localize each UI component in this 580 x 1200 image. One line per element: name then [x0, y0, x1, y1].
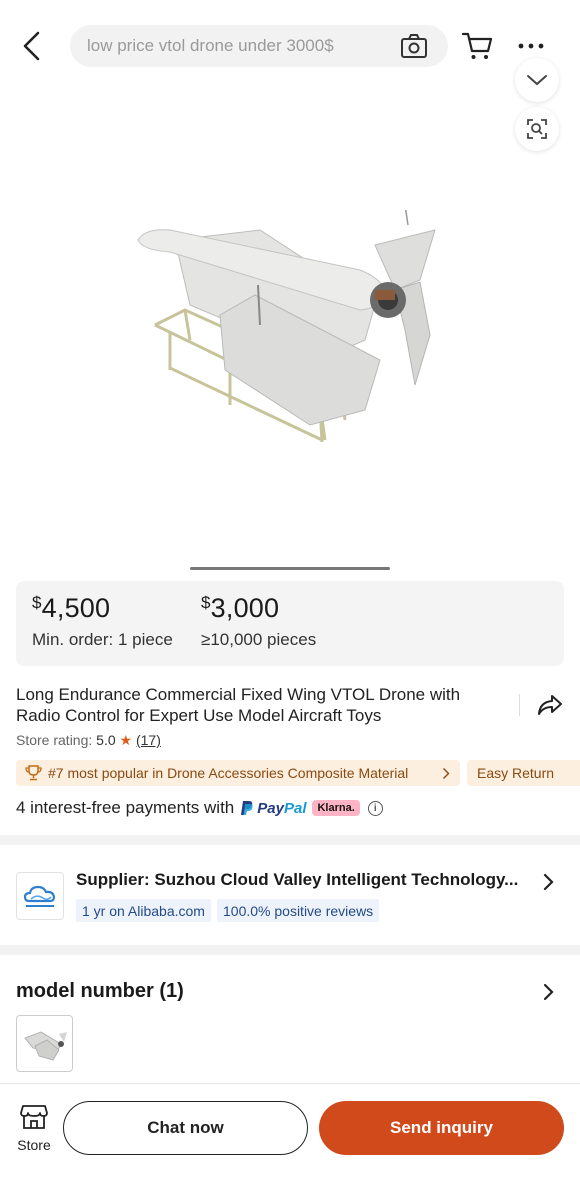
- gallery-scroll-indicator: [190, 567, 390, 570]
- image-search-button[interactable]: [515, 107, 559, 151]
- search-bar[interactable]: low price vtol drone under 3000$: [70, 25, 448, 67]
- supplier-reviews-tag: 100.0% positive reviews: [217, 899, 380, 922]
- payment-options: 4 interest-free payments with Pay Pal Kla…: [16, 797, 383, 819]
- divider: [519, 694, 520, 716]
- drone-product-image: [137, 210, 436, 443]
- easy-return-chip[interactable]: Easy Return: [467, 760, 580, 786]
- cart-icon: [461, 32, 493, 59]
- chat-now-button[interactable]: Chat now: [63, 1101, 308, 1155]
- star-icon: ★: [119, 732, 133, 748]
- supplier-years-tag: 1 yr on Alibaba.com: [76, 899, 211, 922]
- price-value: $3,000: [201, 593, 280, 623]
- store-button[interactable]: Store: [14, 1104, 54, 1153]
- cart-button[interactable]: [460, 30, 494, 62]
- chevron-right-icon[interactable]: [542, 982, 556, 1002]
- camera-search-icon[interactable]: [400, 33, 428, 59]
- collapse-button[interactable]: [515, 58, 559, 102]
- price-value: $4,500: [32, 593, 111, 623]
- chevron-right-icon[interactable]: [542, 872, 556, 892]
- supplier-name[interactable]: Supplier: Suzhou Cloud Valley Intelligen…: [76, 870, 518, 890]
- section-divider: [0, 945, 580, 955]
- model-number-title[interactable]: model number (1): [16, 980, 184, 1003]
- price-tier-2: $3,000 ≥10,000 pieces: [201, 593, 316, 650]
- image-search-icon: [527, 119, 547, 139]
- chevron-left-icon: [23, 31, 40, 61]
- price-quantity: ≥10,000 pieces: [201, 630, 317, 649]
- price-tier-1: $4,500 Min. order: 1 piece: [32, 593, 173, 650]
- supplier-logo[interactable]: [16, 872, 64, 920]
- product-title: Long Endurance Commercial Fixed Wing VTO…: [16, 685, 461, 725]
- popular-ranking-text: #7 most popular in Drone Accessories Com…: [48, 765, 409, 781]
- payment-text: 4 interest-free payments with: [16, 798, 235, 817]
- more-dots-icon: [518, 43, 544, 49]
- cloud-logo-icon: [23, 885, 56, 907]
- price-card: $4,500 Min. order: 1 piece $3,000 ≥10,00…: [16, 581, 564, 666]
- back-button[interactable]: [14, 26, 50, 66]
- send-inquiry-button[interactable]: Send inquiry: [319, 1101, 564, 1155]
- chevron-right-icon: [443, 768, 450, 779]
- popular-ranking-chip[interactable]: #7 most popular in Drone Accessories Com…: [16, 760, 460, 786]
- drone-thumbnail-image: [24, 1031, 67, 1061]
- search-input[interactable]: low price vtol drone under 3000$: [87, 36, 334, 56]
- paypal-logo: Pay Pal: [240, 800, 306, 817]
- store-rating: Store rating: 5.0 ★ (17): [16, 732, 161, 748]
- share-icon[interactable]: [536, 693, 564, 717]
- price-quantity: Min. order: 1 piece: [32, 630, 173, 649]
- model-thumbnail[interactable]: [16, 1015, 73, 1072]
- info-icon[interactable]: i: [367, 800, 383, 816]
- store-label: Store: [17, 1137, 51, 1153]
- store-icon: [20, 1105, 48, 1129]
- section-divider: [0, 835, 580, 845]
- more-button[interactable]: [514, 30, 548, 62]
- trophy-icon: [25, 765, 42, 781]
- product-image-gallery[interactable]: [0, 58, 580, 575]
- paypal-icon: [241, 801, 253, 815]
- bottom-action-bar: Store Chat now Send inquiry: [0, 1083, 580, 1200]
- chevron-down-icon: [527, 75, 547, 86]
- easy-return-text: Easy Return: [477, 765, 555, 781]
- klarna-logo: Klarna.: [312, 800, 360, 816]
- rating-count-link[interactable]: (17): [136, 732, 161, 748]
